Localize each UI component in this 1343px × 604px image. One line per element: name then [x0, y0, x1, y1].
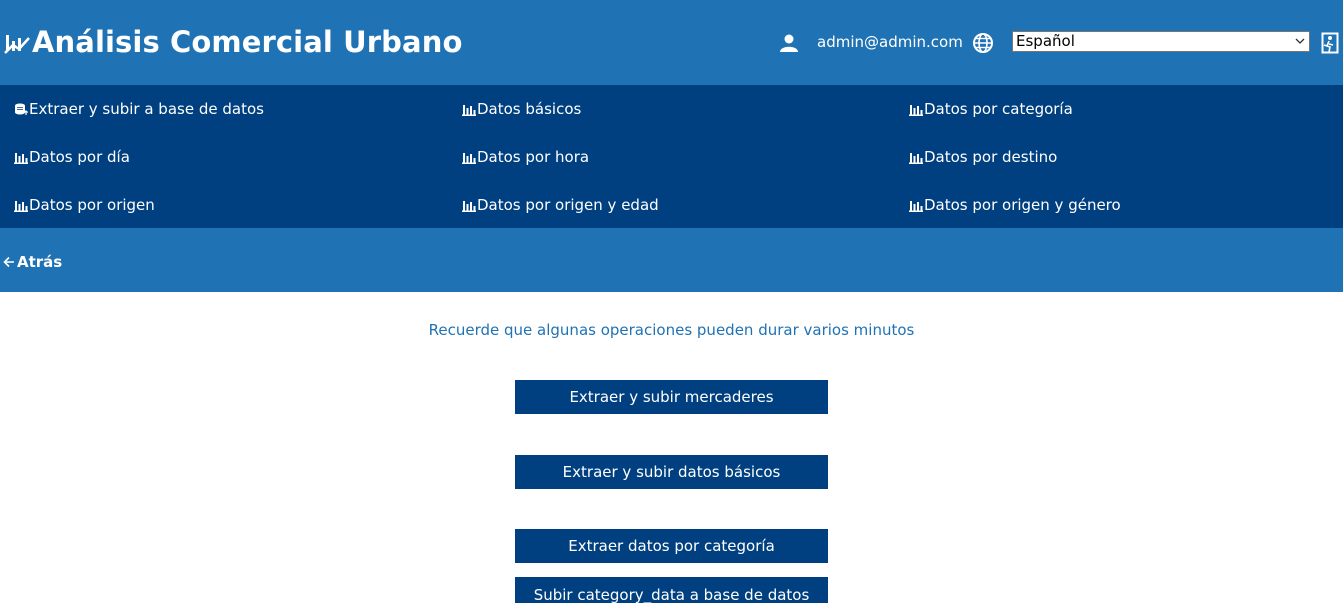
bar-chart-icon: [462, 104, 476, 116]
language-select[interactable]: Español: [1012, 31, 1310, 52]
menu-item-label: Datos por origen y edad: [477, 196, 659, 214]
menu-item-label: Datos por día: [29, 148, 130, 166]
menu-item-by-hour[interactable]: Datos por hora: [462, 148, 589, 166]
menu-item-label: Datos por origen: [29, 196, 155, 214]
brand[interactable]: Análisis Comercial Urbano: [4, 25, 462, 59]
menu-item-basic-data[interactable]: Datos básicos: [462, 100, 581, 118]
globe-icon: [973, 33, 993, 53]
app-header: Análisis Comercial Urbano admin@admin.co…: [0, 0, 1343, 85]
extract-upload-basic-data-button[interactable]: Extraer y subir datos básicos: [515, 455, 828, 489]
user-icon: [780, 34, 798, 52]
menu-item-label: Extraer y subir a base de datos: [29, 100, 264, 118]
bar-chart-icon: [909, 200, 923, 212]
back-link[interactable]: Atrás: [3, 253, 62, 271]
menu-item-label: Datos por origen y género: [924, 196, 1121, 214]
app-title: Análisis Comercial Urbano: [32, 25, 463, 59]
menu-item-by-origin[interactable]: Datos por origen: [14, 196, 155, 214]
bar-chart-icon: [14, 152, 28, 164]
menu-item-by-origin-gender[interactable]: Datos por origen y género: [909, 196, 1121, 214]
bar-chart-icon: [462, 200, 476, 212]
menu-item-by-category[interactable]: Datos por categoría: [909, 100, 1073, 118]
duration-notice: Recuerde que algunas operaciones pueden …: [428, 321, 915, 339]
chart-trend-icon: [4, 35, 30, 54]
bar-chart-icon: [462, 152, 476, 164]
menu-item-label: Datos por hora: [477, 148, 590, 166]
menu-item-by-day[interactable]: Datos por día: [14, 148, 130, 166]
extract-category-data-button[interactable]: Extraer datos por categoría: [515, 529, 828, 563]
user-email[interactable]: admin@admin.com: [817, 33, 963, 51]
bar-chart-icon: [909, 104, 923, 116]
back-label: Atrás: [17, 253, 63, 271]
chevron-down-icon: [1295, 38, 1305, 44]
extract-upload-merchants-button[interactable]: Extraer y subir mercaderes: [515, 380, 828, 414]
language-selected-value: Español: [1016, 32, 1075, 50]
sub-navbar: [0, 228, 1343, 292]
bar-chart-icon: [909, 152, 923, 164]
menu-item-label: Datos por destino: [924, 148, 1058, 166]
menu-item-by-origin-age[interactable]: Datos por origen y edad: [462, 196, 659, 214]
exit-icon[interactable]: [1321, 32, 1341, 54]
database-upload-icon: [15, 103, 28, 115]
menu-item-by-destination[interactable]: Datos por destino: [909, 148, 1057, 166]
menu-item-extract-upload-db[interactable]: Extraer y subir a base de datos: [14, 100, 264, 118]
menu-item-label: Datos básicos: [477, 100, 582, 118]
bar-chart-icon: [14, 200, 28, 212]
menu-item-label: Datos por categoría: [924, 100, 1073, 118]
upload-category-data-button[interactable]: Subir category_data a base de datos: [515, 577, 828, 604]
arrow-left-icon: [3, 256, 14, 268]
